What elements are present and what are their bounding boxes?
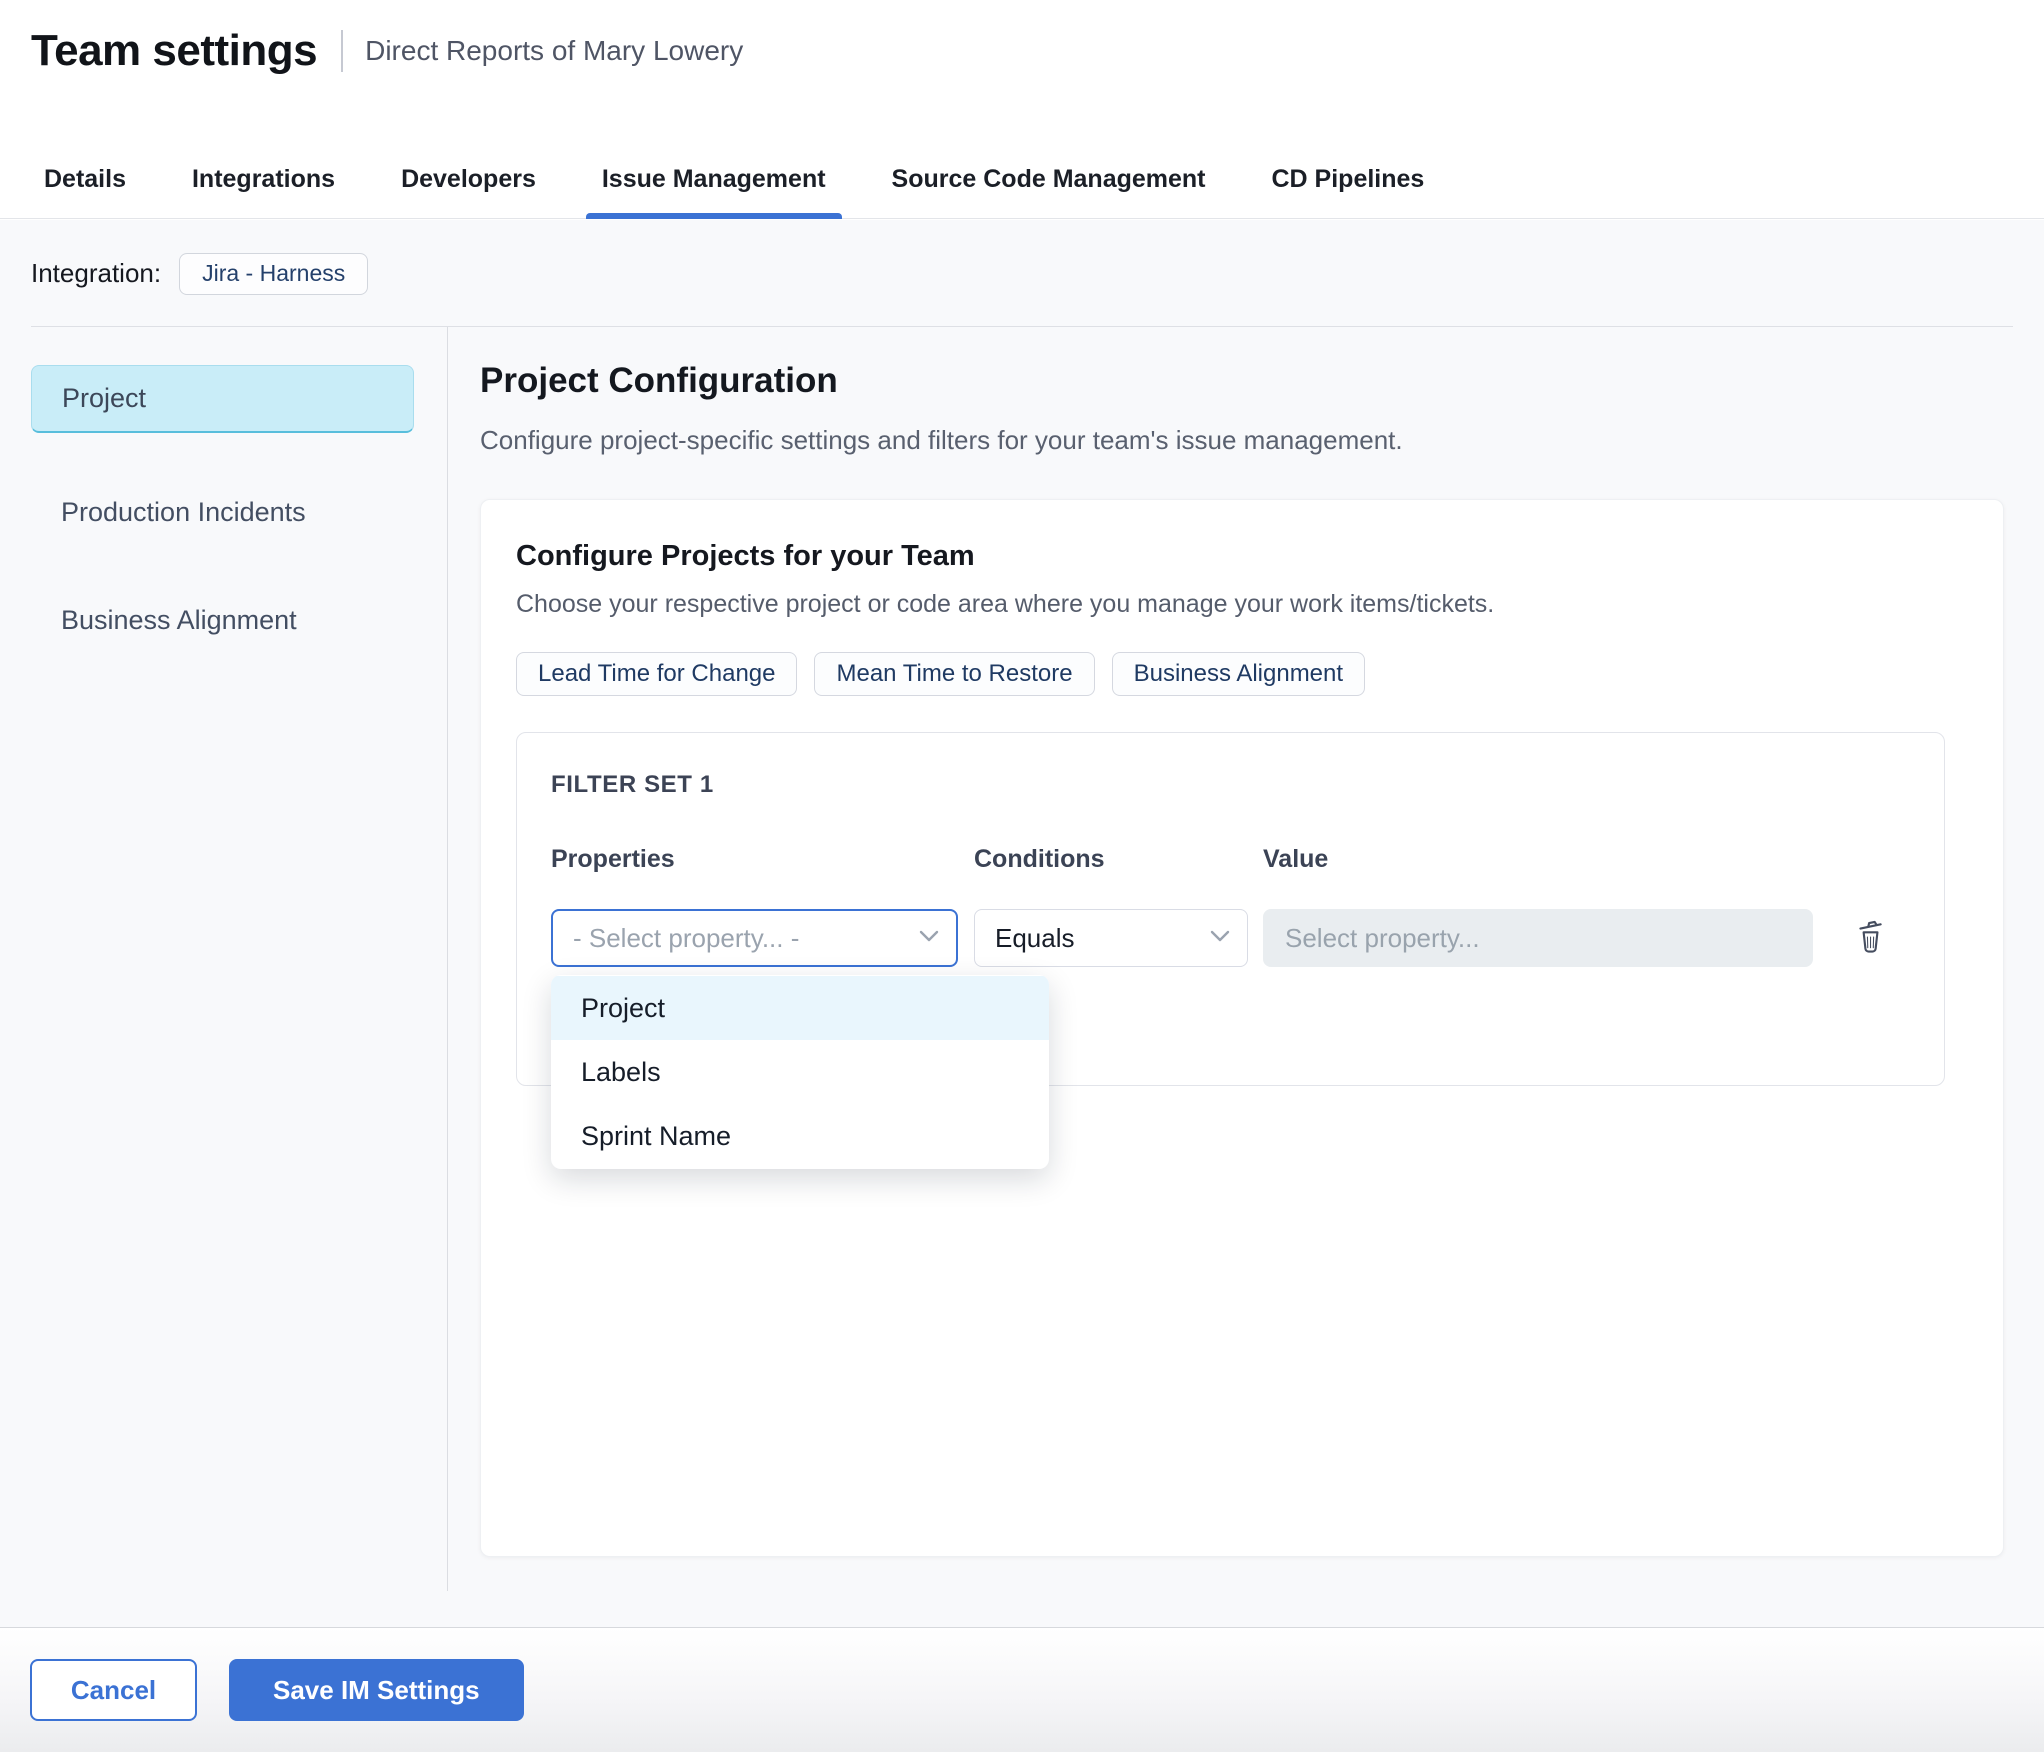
tab-integrations-label: Integrations [191, 164, 336, 193]
properties-dropdown: Project Labels Sprint Name [551, 975, 1049, 1169]
tab-integrations[interactable]: Integrations [176, 140, 351, 218]
card-title: Configure Projects for your Team [516, 540, 975, 572]
tab-details-label: Details [44, 164, 126, 193]
card-subtitle: Choose your respective project or code a… [516, 590, 1495, 618]
column-label-conditions: Conditions [974, 845, 1105, 873]
dropdown-option-sprint-name[interactable]: Sprint Name [551, 1104, 1049, 1168]
content-region: Integration: Jira - Harness Project Prod… [0, 220, 2044, 1627]
save-im-settings-button[interactable]: Save IM Settings [229, 1659, 524, 1721]
cancel-button[interactable]: Cancel [30, 1659, 197, 1721]
page-title: Team settings [31, 26, 318, 75]
sidebar: Project Production Incidents Business Al… [0, 327, 447, 1627]
filter-set-title: FILTER SET 1 [551, 771, 714, 798]
metric-chip-row: Lead Time for Change Mean Time to Restor… [516, 652, 1366, 696]
tab-issue-management[interactable]: Issue Management [585, 140, 842, 219]
section-subtitle: Configure project-specific settings and … [480, 425, 1403, 455]
main-panel: Project Configuration Configure project-… [448, 327, 2044, 1627]
sidebar-item-production-incidents[interactable]: Production Incidents [31, 489, 414, 535]
header: Team settings Direct Reports of Mary Low… [0, 0, 2044, 219]
trash-icon [1859, 920, 1882, 953]
team-settings-page: Team settings Direct Reports of Mary Low… [0, 0, 2044, 1752]
tab-developers-label: Developers [401, 164, 536, 193]
tab-cd-pipelines-label: CD Pipelines [1271, 164, 1425, 193]
tab-developers[interactable]: Developers [385, 140, 552, 218]
delete-filter-button[interactable] [1850, 913, 1890, 959]
chip-mean-time-to-restore[interactable]: Mean Time to Restore [814, 652, 1095, 696]
tab-source-code-management[interactable]: Source Code Management [876, 140, 1222, 218]
integration-row: Integration: Jira - Harness [0, 220, 2044, 327]
integration-label: Integration: [31, 258, 162, 288]
sidebar-item-project-label: Project [62, 383, 147, 413]
sidebar-item-project[interactable]: Project [31, 365, 414, 433]
chevron-down-icon [1210, 929, 1230, 947]
value-input[interactable] [1263, 909, 1813, 967]
dropdown-option-labels[interactable]: Labels [551, 1040, 1049, 1104]
chip-business-alignment[interactable]: Business Alignment [1111, 652, 1366, 696]
tab-issue-management-label: Issue Management [601, 164, 826, 193]
sidebar-item-production-incidents-label: Production Incidents [61, 496, 306, 527]
chevron-down-icon [919, 929, 939, 947]
tab-cd-pipelines[interactable]: CD Pipelines [1256, 140, 1441, 218]
page-subtitle: Direct Reports of Mary Lowery [365, 35, 744, 66]
tab-bar: Details Integrations Developers Issue Ma… [28, 140, 1441, 219]
tab-details[interactable]: Details [28, 140, 142, 218]
conditions-select[interactable]: Equals [974, 909, 1248, 967]
column-label-properties: Properties [551, 845, 675, 873]
properties-select-placeholder: - Select property... - [573, 922, 800, 953]
filter-set-panel: FILTER SET 1 Properties Conditions Value… [516, 732, 1945, 1169]
chip-lead-time-for-change[interactable]: Lead Time for Change [516, 652, 798, 696]
sidebar-item-business-alignment[interactable]: Business Alignment [31, 597, 414, 643]
tab-source-code-management-label: Source Code Management [891, 164, 1206, 193]
footer-action-bar: Cancel Save IM Settings [0, 1627, 2044, 1752]
tab-active-underline [585, 213, 842, 219]
integration-chip[interactable]: Jira - Harness [179, 252, 369, 295]
configure-projects-card: Configure Projects for your Team Choose … [480, 499, 2004, 1557]
section-title: Project Configuration [480, 361, 838, 400]
sidebar-item-business-alignment-label: Business Alignment [61, 604, 297, 635]
column-label-value: Value [1263, 845, 1329, 873]
dropdown-option-project[interactable]: Project [551, 976, 1049, 1040]
conditions-select-value: Equals [995, 922, 1075, 953]
properties-select[interactable]: - Select property... - [551, 909, 958, 967]
title-row: Team settings Direct Reports of Mary Low… [31, 26, 743, 76]
title-separator [341, 30, 344, 72]
